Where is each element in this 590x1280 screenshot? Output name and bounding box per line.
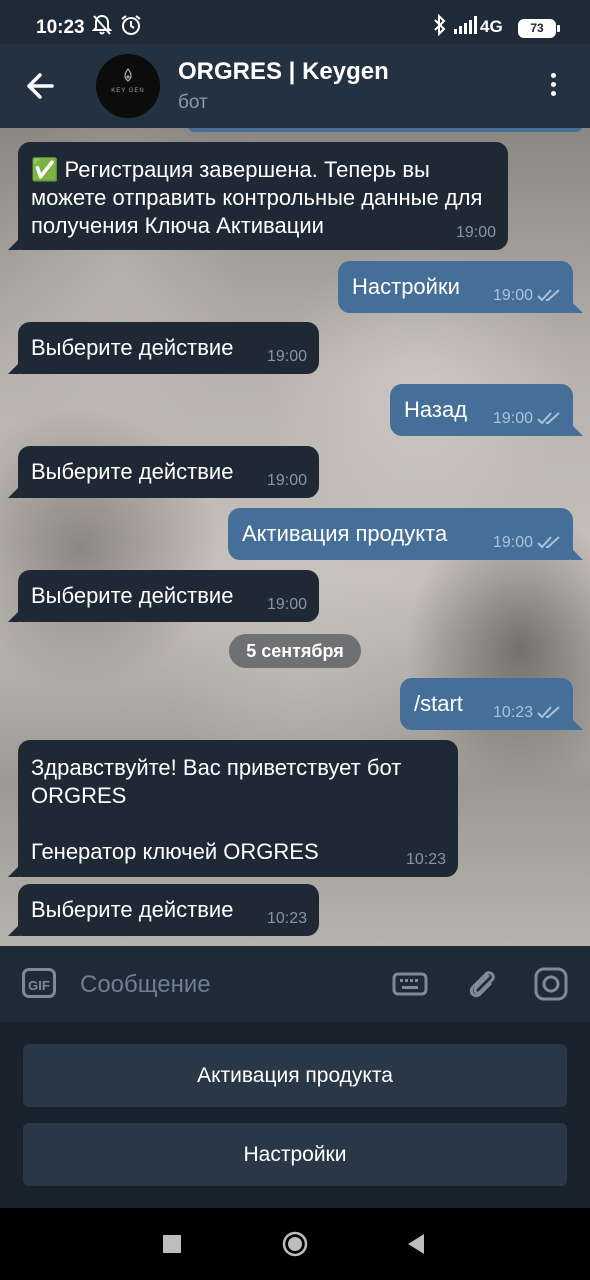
previous-message-edge — [188, 128, 582, 132]
attach-icon[interactable] — [464, 966, 500, 1002]
message-time: 19:00 — [266, 348, 307, 365]
chat-subtitle: бот — [178, 92, 208, 113]
message-meta: 10:23 — [493, 704, 561, 722]
message-incoming[interactable]: ✅ Регистрация завершена. Теперь вы может… — [8, 142, 508, 250]
message-time: 10:23 — [492, 704, 533, 721]
avatar[interactable]: KEY GEN — [96, 54, 160, 118]
avatar-text: KEY GEN — [111, 88, 145, 94]
message-time: 19:00 — [492, 287, 533, 304]
message-incoming[interactable]: Выберите действие 19:00 — [8, 322, 319, 374]
message-input[interactable] — [78, 964, 372, 1006]
double-check-icon — [537, 412, 560, 425]
gif-button[interactable]: GIF — [22, 968, 56, 998]
keyboard-icon[interactable] — [392, 966, 428, 1002]
message-outgoing[interactable]: Настройки 19:00 — [338, 261, 583, 313]
keyboard-button-settings[interactable]: Настройки — [23, 1123, 567, 1186]
message-text: Выберите действие — [31, 335, 234, 360]
double-check-icon — [537, 706, 560, 719]
message-time: 19:00 — [266, 472, 307, 489]
alarm-icon — [120, 14, 142, 41]
message-time: 19:00 — [492, 410, 533, 427]
chat-header: KEY GEN ORGRES | Keygen бот — [0, 44, 590, 128]
camera-icon[interactable] — [533, 966, 569, 1002]
bot-keyboard: Активация продукта Настройки — [0, 1022, 590, 1208]
message-time: 10:23 — [266, 910, 307, 927]
key-logo-icon — [124, 68, 132, 82]
arrow-left-icon — [27, 73, 54, 99]
system-nav-bar — [0, 1208, 590, 1280]
message-outgoing[interactable]: Активация продукта 19:00 — [228, 508, 583, 560]
message-text: Выберите действие — [31, 897, 234, 922]
back-button[interactable] — [22, 68, 62, 104]
status-bar: 10:23 4G 73 — [0, 0, 590, 44]
signal-icon — [454, 16, 478, 39]
bluetooth-icon — [432, 13, 448, 41]
message-incoming[interactable]: Выберите действие 19:00 — [8, 570, 319, 622]
message-text: ✅ Регистрация завершена. Теперь вы может… — [31, 157, 483, 238]
message-time: 19:00 — [266, 596, 307, 613]
message-outgoing[interactable]: Назад 19:00 — [390, 384, 583, 436]
recents-icon[interactable] — [163, 1235, 181, 1258]
keyboard-button-activate[interactable]: Активация продукта — [23, 1044, 567, 1107]
message-text: Выберите действие — [31, 583, 234, 608]
home-icon[interactable] — [282, 1231, 308, 1262]
message-list[interactable]: ✅ Регистрация завершена. Теперь вы может… — [0, 128, 590, 946]
message-input-bar: GIF — [0, 946, 590, 1022]
message-time: 19:00 — [492, 534, 533, 551]
message-incoming[interactable]: Выберите действие 10:23 — [8, 884, 319, 936]
notifications-off-icon — [91, 14, 113, 41]
double-check-icon — [537, 536, 560, 549]
chat-title[interactable]: ORGRES | Keygen — [178, 58, 389, 86]
message-time: 19:00 — [455, 224, 496, 241]
date-separator: 5 сентября — [229, 634, 361, 668]
status-time: 10:23 — [36, 17, 85, 38]
back-icon[interactable] — [406, 1234, 426, 1259]
message-text: Здравствуйте! Вас приветствует бот ORGRE… — [31, 755, 402, 864]
message-text: Выберите действие — [31, 459, 234, 484]
message-meta: 19:00 — [493, 287, 561, 305]
message-incoming[interactable]: Выберите действие 19:00 — [8, 446, 319, 498]
message-outgoing[interactable]: /start 10:23 — [400, 678, 583, 730]
battery-indicator: 73 — [518, 19, 560, 38]
network-type: 4G — [480, 17, 503, 36]
double-check-icon — [537, 289, 560, 302]
more-vert-icon[interactable] — [546, 70, 560, 106]
message-time: 10:23 — [405, 851, 446, 868]
message-meta: 19:00 — [493, 534, 561, 552]
message-meta: 19:00 — [493, 410, 561, 428]
message-incoming[interactable]: Здравствуйте! Вас приветствует бот ORGRE… — [8, 740, 458, 877]
